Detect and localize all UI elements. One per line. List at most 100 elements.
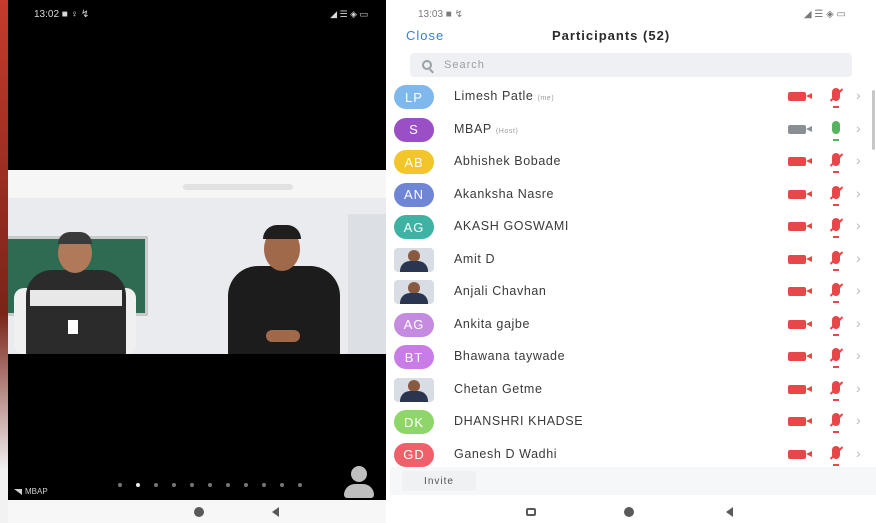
chevron-right-icon: › (856, 314, 861, 331)
search-placeholder: Search (444, 59, 485, 71)
page-dot[interactable] (154, 483, 158, 487)
photo-body (400, 390, 428, 402)
avatar-head (351, 466, 367, 482)
page-dot[interactable] (262, 483, 266, 487)
home-icon[interactable] (194, 507, 204, 517)
invite-button[interactable]: Invite (402, 471, 476, 491)
back-icon[interactable] (726, 507, 733, 517)
video-person-1-badge (68, 320, 78, 334)
participant-avatar: LP (394, 85, 434, 109)
participant-name-text: Anjali Chavhan (454, 284, 547, 298)
search-input[interactable]: Search (410, 53, 852, 77)
participant-photo-avatar (394, 247, 434, 272)
speaker-name-tag: MBAP (14, 487, 48, 496)
page-indicator[interactable] (118, 483, 302, 487)
video-person-1-body (26, 270, 126, 354)
participant-name: DHANSHRI KHADSE (454, 414, 583, 428)
avatar-body (344, 484, 374, 498)
participant-role-tag: (me) (537, 95, 555, 102)
participant-name: Chetan Getme (454, 382, 543, 396)
android-nav-bar-right (390, 500, 876, 523)
video-on-icon (788, 124, 812, 134)
participant-avatar: AN (394, 182, 434, 207)
participant-name-text: AKASH GOSWAMI (454, 219, 569, 233)
chevron-right-icon: › (856, 217, 861, 233)
chevron-right-icon: › (856, 412, 861, 428)
chevron-right-icon: › (856, 119, 861, 136)
video-person-1-hair (58, 232, 92, 244)
participant-name: Akanksha Nasre (454, 187, 554, 201)
video-wall (348, 214, 386, 354)
participants-screen: 13:03 ■ ↯ ◢ ☰ ◈ ▭ Close Participants (52… (390, 0, 876, 523)
photo-head (408, 379, 420, 392)
participant-name-text: Abhishek Bobade (454, 154, 561, 168)
participant-row[interactable]: S MBAP (Host) › (390, 113, 876, 145)
video-off-icon (788, 254, 812, 264)
self-view-avatar-icon[interactable] (344, 466, 374, 498)
page-title: Participants (52) (552, 28, 671, 43)
page-dot[interactable] (244, 483, 248, 487)
back-icon[interactable] (272, 507, 279, 517)
page-dot[interactable] (172, 483, 176, 487)
chevron-right-icon: › (856, 249, 861, 266)
photo-body (400, 260, 428, 272)
photo-head (408, 249, 420, 262)
chevron-right-icon: › (856, 184, 861, 201)
page-dot[interactable] (208, 483, 212, 487)
participant-avatar: AG (394, 312, 434, 337)
participant-name-text: Akanksha Nasre (454, 186, 555, 201)
video-ceiling-light (183, 184, 293, 190)
participant-name: Abhishek Bobade (454, 154, 561, 168)
scrollbar[interactable] (872, 90, 875, 150)
participants-header: Close Participants (52) (390, 26, 876, 48)
page-dot[interactable] (118, 483, 122, 487)
video-off-icon (788, 319, 812, 329)
chevron-right-icon: › (856, 379, 861, 396)
home-icon[interactable] (624, 507, 634, 517)
video-off-icon (788, 222, 812, 231)
participant-row[interactable]: Amit D › (390, 243, 876, 275)
participant-row[interactable]: BT Bhawana taywade › (390, 340, 876, 372)
page-dot[interactable] (280, 483, 284, 487)
participant-row[interactable]: AG AKASH GOSWAMI › (390, 210, 876, 242)
participant-photo-avatar (394, 280, 434, 304)
participant-name: MBAP (Host) (454, 122, 518, 136)
video-off-icon (788, 287, 812, 296)
speaker-name: MBAP (25, 487, 48, 496)
participant-row[interactable]: DK DHANSHRI KHADSE › (390, 405, 876, 437)
mic-muted-icon (832, 283, 840, 303)
video-off-icon (788, 384, 812, 394)
status-bar-left: 13:02 ■ ♀ ↯ ◢ ☰ ◈ ▭ (8, 0, 386, 28)
close-button[interactable]: Close (406, 28, 444, 43)
mic-muted-icon (832, 250, 840, 271)
participant-name: Ankita gajbe (454, 317, 530, 331)
active-speaker-video[interactable] (8, 170, 386, 354)
status-icons-right: ◢ ☰ ◈ ▭ (803, 8, 846, 20)
participant-row[interactable]: AB Abhishek Bobade › (390, 145, 876, 177)
page-dot[interactable] (226, 483, 230, 487)
participant-avatar: S (394, 117, 434, 142)
recents-icon[interactable] (526, 508, 536, 516)
page-dot[interactable] (298, 483, 302, 487)
participant-row[interactable]: Chetan Getme › (390, 373, 876, 405)
participant-name-text: MBAP (454, 121, 492, 136)
chevron-right-icon: › (856, 347, 861, 363)
page-dot[interactable] (190, 483, 194, 487)
participant-avatar: DK (394, 410, 434, 434)
participant-name-text: Chetan Getme (454, 381, 543, 396)
video-person-2-hair (263, 225, 301, 239)
chevron-right-icon: › (856, 444, 861, 461)
participant-name-text: Ganesh D Wadhi (454, 446, 558, 461)
participant-row[interactable]: Anjali Chavhan › (390, 275, 876, 307)
page-dot-active[interactable] (136, 483, 140, 487)
participant-avatar: AB (394, 150, 434, 174)
status-time-left: 13:02 ■ ♀ ↯ (34, 8, 90, 20)
participant-name-text: Ankita gajbe (454, 316, 530, 331)
participant-row[interactable]: GD Ganesh D Wadhi › (390, 438, 876, 470)
participant-row[interactable]: AG Ankita gajbe › (390, 308, 876, 340)
participant-row[interactable]: AN Akanksha Nasre › (390, 178, 876, 210)
participant-avatar: AG (394, 215, 434, 239)
participant-row[interactable]: LP Limesh Patle (me) › (390, 80, 876, 112)
participant-avatar: GD (394, 442, 434, 467)
video-off-icon (788, 417, 812, 426)
